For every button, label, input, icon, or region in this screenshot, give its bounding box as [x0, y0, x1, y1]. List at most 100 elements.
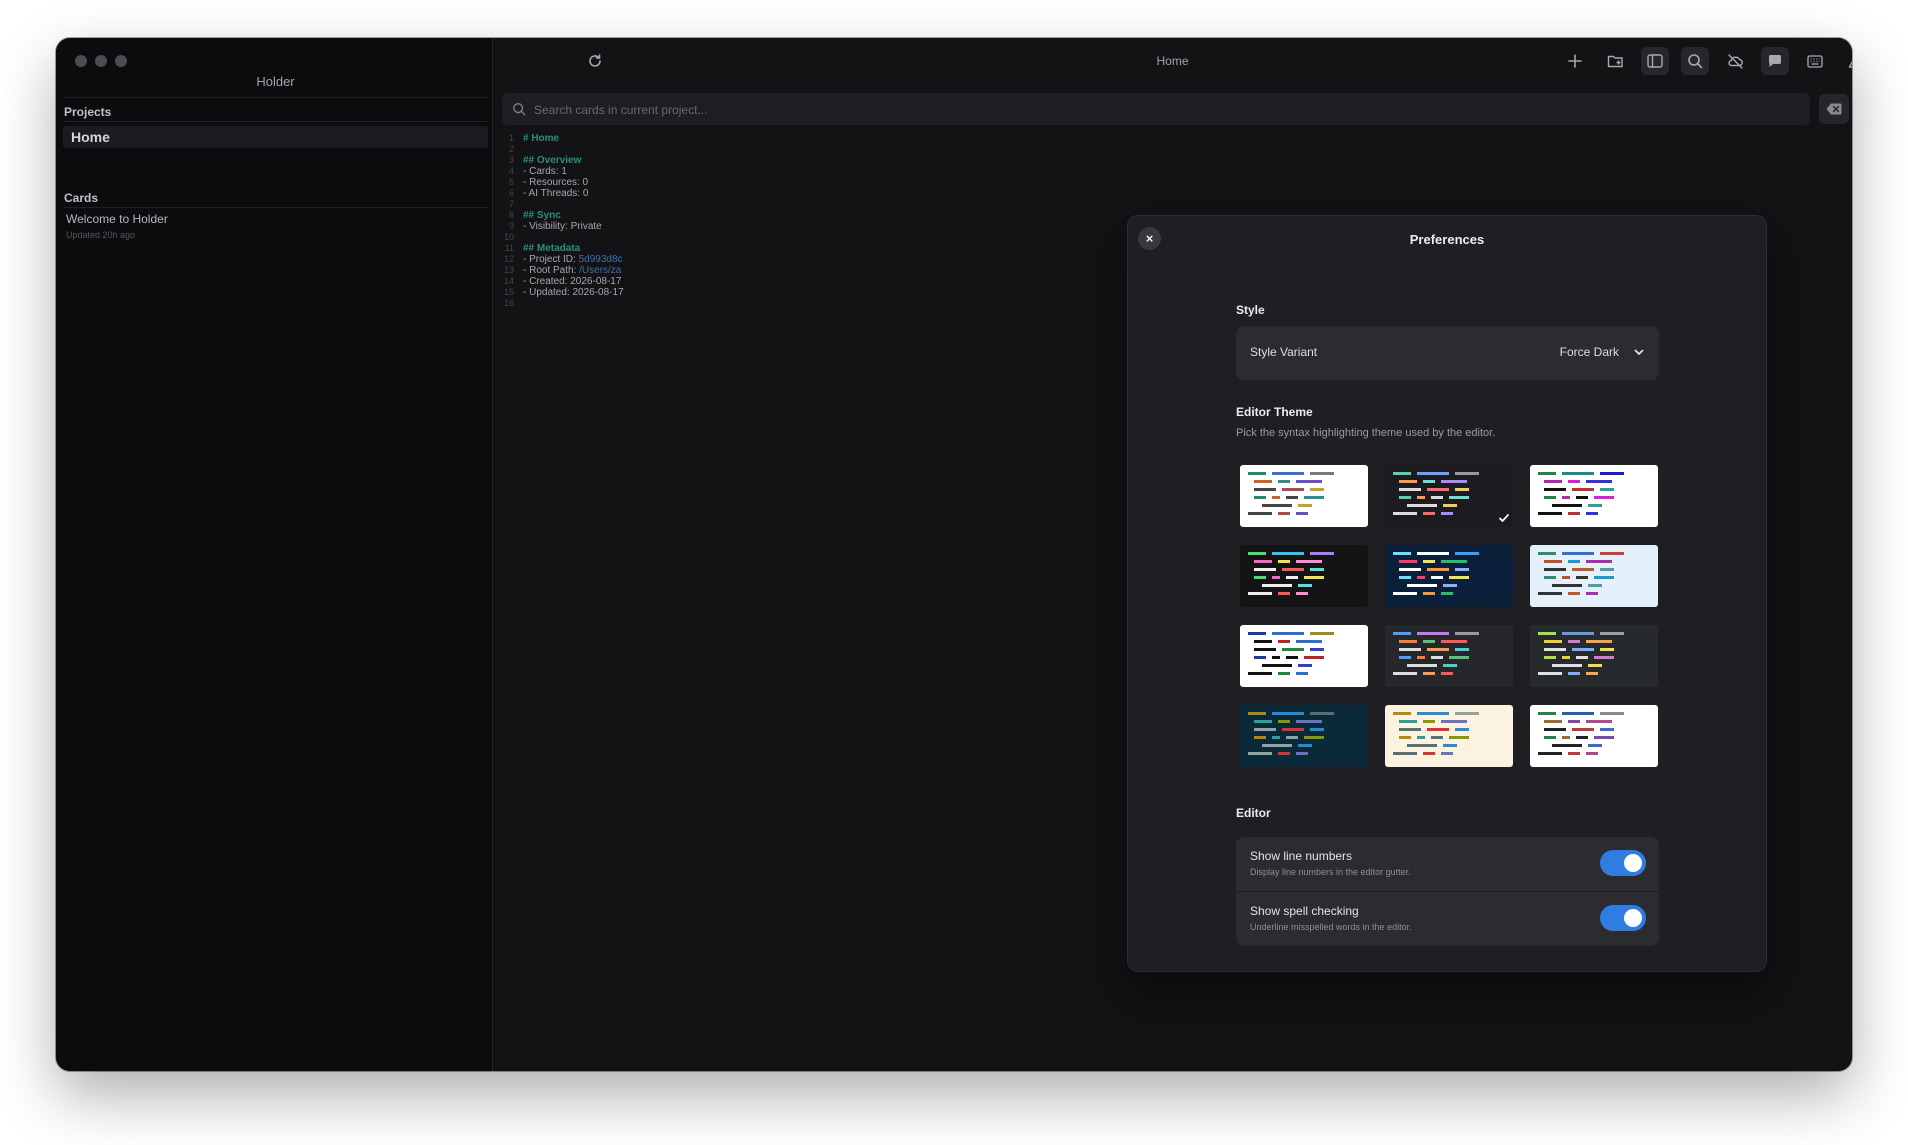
- theme-preview-bar: [1248, 552, 1266, 555]
- theme-option[interactable]: [1530, 545, 1658, 607]
- sidebar-header: Holder: [63, 45, 488, 98]
- sidebar-item-home[interactable]: Home: [63, 126, 488, 148]
- theme-preview-bar: [1594, 656, 1614, 659]
- line-text: - Created: 2026-08-17: [523, 276, 622, 287]
- add-button[interactable]: [1561, 47, 1589, 75]
- show-line-numbers-row: Show line numbers Display line numbers i…: [1236, 837, 1659, 891]
- theme-option[interactable]: [1240, 465, 1368, 527]
- theme-option[interactable]: [1240, 625, 1368, 687]
- theme-option[interactable]: [1385, 625, 1513, 687]
- toggle-label: Show spell checking: [1250, 904, 1359, 918]
- theme-preview-bar: [1393, 592, 1417, 595]
- theme-preview-bar: [1278, 752, 1290, 755]
- card-updated: Updated 20h ago: [66, 230, 136, 240]
- theme-preview-bar: [1544, 480, 1562, 483]
- theme-preview-bar: [1272, 576, 1280, 579]
- clear-search-button[interactable]: [1819, 94, 1849, 124]
- editor-theme-description: Pick the syntax highlighting theme used …: [1236, 427, 1496, 439]
- sync-off-button[interactable]: [1721, 47, 1749, 75]
- theme-preview-bar: [1310, 712, 1334, 715]
- theme-option[interactable]: [1385, 465, 1513, 527]
- style-variant-select[interactable]: Style Variant Force Dark: [1236, 326, 1659, 380]
- theme-preview-bar: [1586, 592, 1598, 595]
- chevron-down-icon: [1634, 349, 1644, 355]
- theme-option[interactable]: [1530, 465, 1658, 527]
- style-section-heading: Style: [1236, 303, 1265, 317]
- theme-preview-bar: [1443, 584, 1457, 587]
- editor-settings-group: Show line numbers Display line numbers i…: [1236, 837, 1659, 946]
- theme-preview-bar: [1254, 480, 1272, 483]
- theme-preview-bar: [1552, 504, 1582, 507]
- show-spell-checking-toggle[interactable]: [1600, 905, 1646, 931]
- search-button[interactable]: [1681, 47, 1709, 75]
- line-content: - Root Path: /Users/za: [523, 265, 621, 276]
- theme-preview-bar: [1562, 552, 1594, 555]
- keyboard-button[interactable]: [1801, 47, 1829, 75]
- theme-preview-bar: [1594, 576, 1614, 579]
- theme-preview-bar: [1562, 656, 1570, 659]
- theme-preview-bar: [1423, 592, 1435, 595]
- theme-preview-bar: [1399, 568, 1421, 571]
- line-number: 8: [508, 210, 514, 220]
- theme-preview-bar: [1600, 472, 1624, 475]
- theme-preview-bar: [1544, 568, 1566, 571]
- theme-preview-bar: [1254, 736, 1266, 739]
- show-line-numbers-toggle[interactable]: [1600, 850, 1646, 876]
- preferences-dialog: × Preferences Style Style Variant Force …: [1127, 215, 1767, 972]
- labs-button[interactable]: [1841, 47, 1852, 75]
- card-item-welcome[interactable]: Welcome to Holder Updated 20h ago: [63, 212, 488, 250]
- chat-bubble-icon: [1769, 55, 1781, 67]
- line-text: # Home: [523, 133, 560, 144]
- window-zoom-dot[interactable]: [115, 55, 127, 67]
- theme-preview-bar: [1282, 728, 1304, 731]
- theme-preview-bar: [1282, 568, 1304, 571]
- theme-option[interactable]: [1240, 705, 1368, 767]
- theme-preview-bar: [1278, 672, 1290, 675]
- theme-preview-bar: [1562, 632, 1594, 635]
- theme-preview-bar: [1538, 712, 1556, 715]
- theme-preview-bar: [1568, 592, 1580, 595]
- theme-preview-bar: [1399, 736, 1411, 739]
- line-content: - Resources: 0: [523, 177, 588, 188]
- theme-preview-bar: [1588, 744, 1602, 747]
- theme-preview-bar: [1399, 480, 1417, 483]
- theme-preview-bar: [1544, 640, 1562, 643]
- toggle-description: Display line numbers in the editor gutte…: [1250, 867, 1411, 877]
- theme-preview-bar: [1568, 480, 1580, 483]
- window-minimize-dot[interactable]: [95, 55, 107, 67]
- theme-preview-bar: [1544, 648, 1566, 651]
- theme-preview-bar: [1544, 496, 1556, 499]
- project-label: Home: [71, 129, 110, 145]
- theme-option[interactable]: [1385, 705, 1513, 767]
- new-folder-button[interactable]: [1601, 47, 1629, 75]
- chat-button[interactable]: [1761, 47, 1789, 75]
- toggle-knob: [1624, 854, 1642, 872]
- theme-preview-bar: [1443, 744, 1457, 747]
- theme-option[interactable]: [1530, 705, 1658, 767]
- theme-preview-bar: [1310, 488, 1324, 491]
- theme-preview-bar: [1586, 752, 1598, 755]
- theme-preview-bar: [1441, 752, 1453, 755]
- theme-option[interactable]: [1530, 625, 1658, 687]
- theme-preview-bar: [1572, 488, 1594, 491]
- theme-preview-bar: [1538, 552, 1556, 555]
- theme-option[interactable]: [1385, 545, 1513, 607]
- theme-preview-bar: [1576, 576, 1588, 579]
- search-input[interactable]: Search cards in current project...: [502, 93, 1810, 125]
- line-number: 10: [503, 232, 514, 242]
- line-number: 16: [503, 298, 514, 308]
- toggle-sidebar-button[interactable]: [1641, 47, 1669, 75]
- line-text: - Root Path:: [523, 265, 580, 276]
- window-close-dot[interactable]: [75, 55, 87, 67]
- theme-preview-bar: [1600, 712, 1624, 715]
- theme-preview-bar: [1455, 712, 1479, 715]
- theme-preview-bar: [1282, 648, 1304, 651]
- theme-preview-bar: [1586, 672, 1598, 675]
- theme-preview-bar: [1427, 728, 1449, 731]
- theme-preview-bar: [1600, 552, 1624, 555]
- theme-preview-bar: [1296, 752, 1308, 755]
- theme-option[interactable]: [1240, 545, 1368, 607]
- theme-preview-bar: [1431, 656, 1443, 659]
- dialog-title: Preferences: [1409, 232, 1485, 247]
- theme-preview-bar: [1441, 592, 1453, 595]
